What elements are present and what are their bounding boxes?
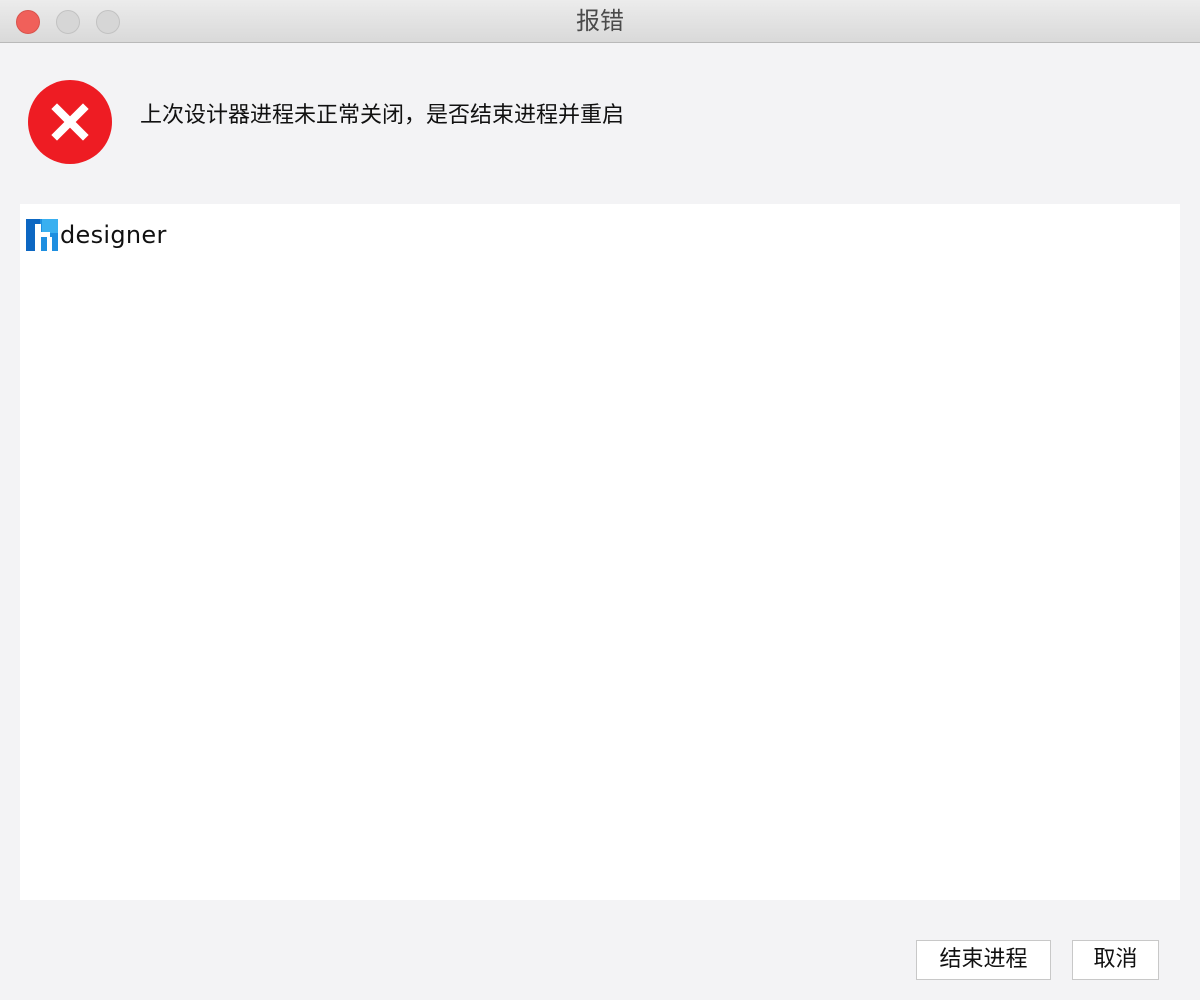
designer-app-icon bbox=[26, 219, 58, 251]
window-title: 报错 bbox=[576, 7, 624, 35]
list-item[interactable]: designer bbox=[26, 218, 167, 252]
dialog-window: 报错 上次设计器进程未正常关闭，是否结束进程并重启 designer 结束进程 … bbox=[0, 0, 1200, 1000]
error-message: 上次设计器进程未正常关闭，是否结束进程并重启 bbox=[140, 103, 625, 128]
list-item-label: designer bbox=[60, 221, 167, 249]
title-bar: 报错 bbox=[0, 0, 1200, 43]
error-x-icon bbox=[28, 80, 112, 164]
process-list: designer bbox=[20, 204, 1180, 900]
end-process-button[interactable]: 结束进程 bbox=[916, 940, 1051, 980]
cancel-button[interactable]: 取消 bbox=[1072, 940, 1159, 980]
